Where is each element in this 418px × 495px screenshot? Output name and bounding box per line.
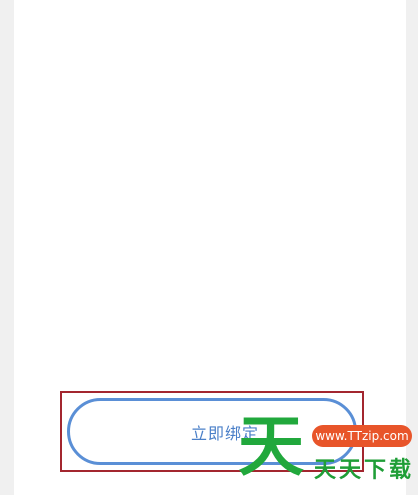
bind-now-button-label: 立即绑定: [190, 423, 259, 443]
screenshot-stage: 立即绑定 天 www.TTzip.com 天天下载: [0, 0, 418, 495]
bind-now-button[interactable]: 立即绑定: [67, 398, 357, 465]
